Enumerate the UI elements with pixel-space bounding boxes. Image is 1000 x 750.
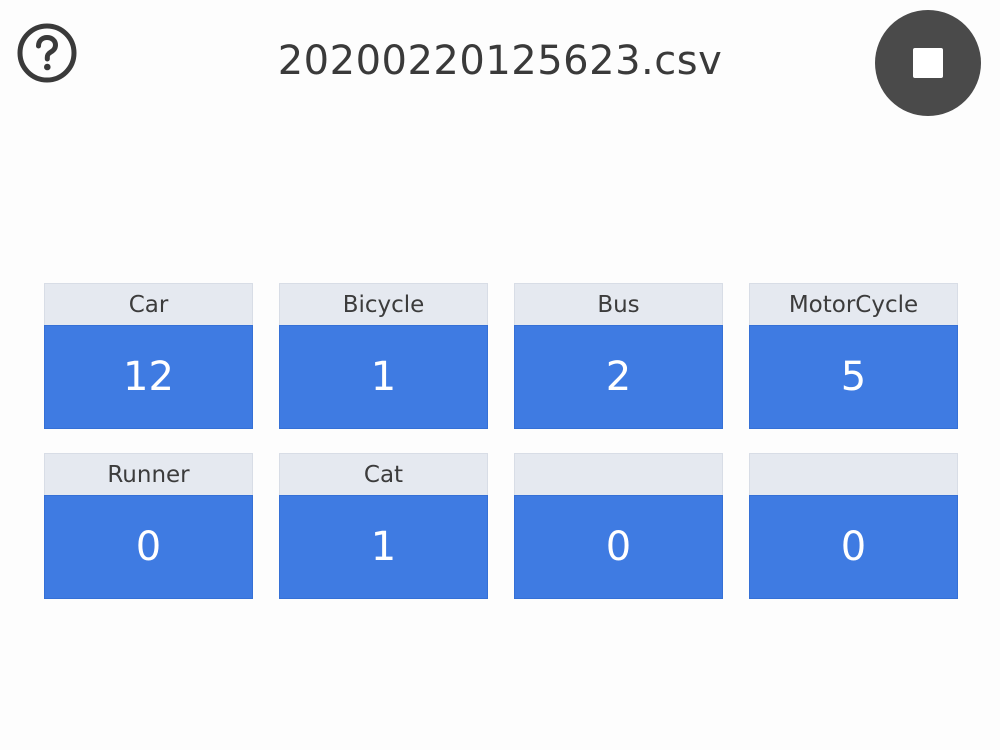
counter-value: 1 [279, 325, 488, 429]
counter-value: 0 [514, 495, 723, 599]
file-title: 20200220125623.csv [277, 38, 723, 84]
help-button[interactable] [16, 22, 78, 84]
counter-tile-empty-1[interactable]: 0 [514, 453, 723, 599]
counter-label: Runner [44, 453, 253, 495]
counter-value: 5 [749, 325, 958, 429]
counter-tile-empty-2[interactable]: 0 [749, 453, 958, 599]
stop-button[interactable] [875, 10, 981, 116]
counter-value: 1 [279, 495, 488, 599]
counter-tile-bicycle[interactable]: Bicycle 1 [279, 283, 488, 429]
counter-value: 12 [44, 325, 253, 429]
counter-label: Bus [514, 283, 723, 325]
counter-value: 0 [749, 495, 958, 599]
question-circle-icon [17, 23, 77, 83]
counter-tile-motorcycle[interactable]: MotorCycle 5 [749, 283, 958, 429]
counter-label: Cat [279, 453, 488, 495]
counter-tile-cat[interactable]: Cat 1 [279, 453, 488, 599]
counter-label: MotorCycle [749, 283, 958, 325]
stop-icon [913, 48, 943, 78]
counter-label: Car [44, 283, 253, 325]
counter-label: Bicycle [279, 283, 488, 325]
counter-tile-car[interactable]: Car 12 [44, 283, 253, 429]
counter-label [514, 453, 723, 495]
counter-label [749, 453, 958, 495]
counter-value: 0 [44, 495, 253, 599]
counter-grid: Car 12 Bicycle 1 Bus 2 MotorCycle 5 Runn… [44, 283, 958, 599]
counter-tile-bus[interactable]: Bus 2 [514, 283, 723, 429]
counter-value: 2 [514, 325, 723, 429]
counter-tile-runner[interactable]: Runner 0 [44, 453, 253, 599]
